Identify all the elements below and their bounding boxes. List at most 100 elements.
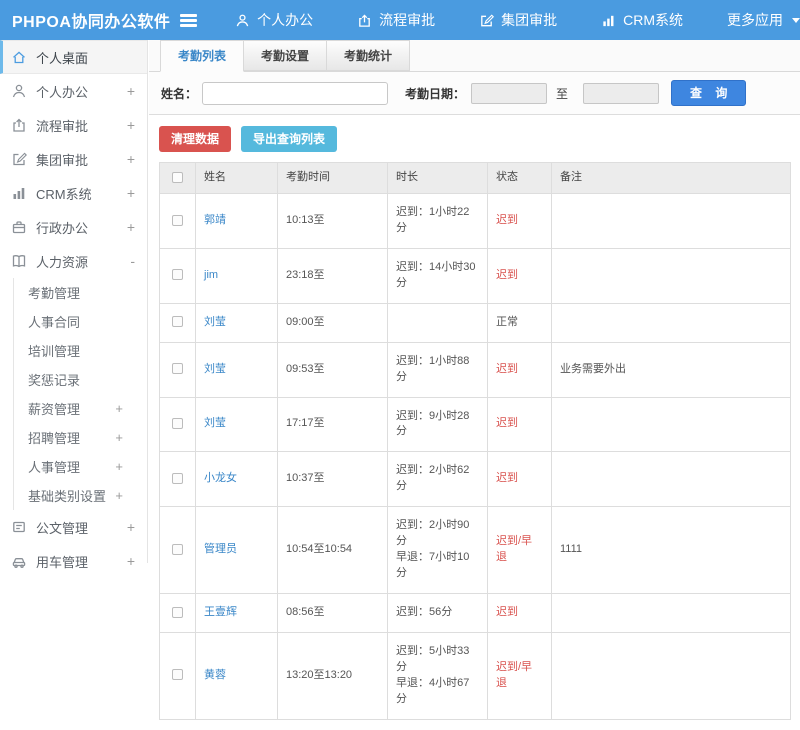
car-icon	[11, 553, 27, 569]
sidebar-item-workflow-approval[interactable]: 流程审批 +	[0, 108, 147, 142]
tab-attendance-list[interactable]: 考勤列表	[160, 40, 244, 72]
employee-name-link[interactable]: 王壹辉	[204, 606, 237, 618]
nav-workflow-approval[interactable]: 流程审批	[357, 10, 435, 30]
remark-cell: 1111	[552, 507, 791, 594]
sidebar-item-label: 集团审批	[36, 150, 88, 169]
employee-name-link[interactable]: 刘莹	[204, 363, 226, 375]
row-checkbox[interactable]	[172, 316, 183, 327]
expand-plus-icon[interactable]: +	[115, 401, 123, 416]
chart-icon	[601, 13, 616, 28]
employee-name-link[interactable]: 郭靖	[204, 214, 226, 226]
employee-name-link[interactable]: 刘莹	[204, 417, 226, 429]
person-icon	[235, 13, 250, 28]
sidebar-subitem-reward-punishment[interactable]: 奖惩记录	[14, 365, 147, 394]
content-area: 清理数据 导出查询列表 姓名 考勤时间 时长 状态 备注 郭靖10:13至迟到：…	[149, 115, 800, 730]
employee-name-link[interactable]: 刘莹	[204, 316, 226, 328]
row-checkbox[interactable]	[172, 269, 183, 280]
top-nav: 个人办公 流程审批 集团审批 CRM系统 更多应用	[235, 10, 800, 30]
sidebar-subitem-attendance-management[interactable]: 考勤管理	[14, 278, 147, 307]
row-checkbox[interactable]	[172, 363, 183, 374]
expand-plus-icon[interactable]: +	[127, 83, 135, 99]
sidebar-subitem-salary-management[interactable]: 薪资管理 +	[14, 394, 147, 423]
sidebar-subitem-recruitment-management[interactable]: 招聘管理 +	[14, 423, 147, 452]
table-row: 黄蓉13:20至13:20迟到：5小时33分早退：4小时67分迟到/早退	[160, 632, 791, 719]
sidebar-item-personal-office[interactable]: 个人办公 +	[0, 74, 147, 108]
status-badge: 迟到	[488, 193, 552, 248]
expand-plus-icon[interactable]: +	[115, 488, 123, 503]
expand-plus-icon[interactable]: +	[127, 219, 135, 235]
sidebar-item-label: 流程审批	[36, 116, 88, 135]
sidebar-item-label: 行政办公	[36, 218, 88, 237]
row-checkbox[interactable]	[172, 607, 183, 618]
remark-cell	[552, 193, 791, 248]
export-list-button[interactable]: 导出查询列表	[241, 126, 337, 152]
nav-group-approval[interactable]: 集团审批	[479, 10, 557, 30]
nav-label: 集团审批	[501, 10, 557, 30]
sidebar-subitem-label: 薪资管理	[28, 399, 80, 418]
sidebar-item-vehicle-management[interactable]: 用车管理 +	[0, 544, 147, 578]
tab-attendance-settings[interactable]: 考勤设置	[243, 40, 327, 71]
nav-personal-office[interactable]: 个人办公	[235, 10, 313, 30]
row-checkbox[interactable]	[172, 544, 183, 555]
collapse-minus-icon[interactable]: -	[130, 253, 135, 269]
nav-more-apps[interactable]: 更多应用	[727, 10, 800, 30]
sidebar-item-crm-system[interactable]: CRM系统 +	[0, 176, 147, 210]
flow-icon	[357, 13, 372, 28]
sidebar-subitem-label: 考勤管理	[28, 283, 80, 302]
remark-cell	[552, 632, 791, 719]
tab-bar: 考勤列表 考勤设置 考勤统计	[149, 40, 800, 72]
expand-plus-icon[interactable]: +	[127, 185, 135, 201]
remark-cell	[552, 594, 791, 633]
employee-name-link[interactable]: 小龙女	[204, 472, 237, 484]
sidebar-subitem-personnel-contract[interactable]: 人事合同	[14, 307, 147, 336]
sidebar-item-human-resources[interactable]: 人力资源 -	[0, 244, 147, 278]
sidebar-subitem-personnel-management[interactable]: 人事管理 +	[14, 452, 147, 481]
book-icon	[11, 253, 27, 269]
status-badge: 正常	[488, 303, 552, 342]
select-all-checkbox[interactable]	[172, 172, 183, 183]
clear-data-button[interactable]: 清理数据	[159, 126, 231, 152]
top-bar: PHPOA协同办公软件 个人办公 流程审批 集团审批 CRM系统 更多应用	[0, 0, 800, 40]
expand-plus-icon[interactable]: +	[127, 151, 135, 167]
row-checkbox[interactable]	[172, 418, 183, 429]
sidebar-item-personal-desktop[interactable]: 个人桌面	[0, 40, 147, 74]
expand-plus-icon[interactable]: +	[127, 117, 135, 133]
duration-cell: 迟到：1小时22分	[388, 193, 488, 248]
sidebar-subitem-training-management[interactable]: 培训管理	[14, 336, 147, 365]
name-filter-input[interactable]	[202, 82, 388, 105]
employee-name-link[interactable]: jim	[204, 269, 218, 281]
sidebar-item-label: CRM系统	[36, 184, 92, 203]
date-from-input[interactable]	[471, 83, 547, 104]
remark-cell	[552, 303, 791, 342]
app-title: PHPOA协同办公软件	[0, 8, 180, 32]
hamburger-menu-icon[interactable]	[180, 14, 197, 27]
sidebar-item-admin-office[interactable]: 行政办公 +	[0, 210, 147, 244]
sidebar-item-label: 公文管理	[36, 518, 88, 537]
expand-plus-icon[interactable]: +	[127, 519, 135, 535]
employee-name-link[interactable]: 黄蓉	[204, 669, 226, 681]
search-button[interactable]: 查 询	[671, 80, 746, 106]
expand-plus-icon[interactable]: +	[127, 553, 135, 569]
expand-plus-icon[interactable]: +	[115, 459, 123, 474]
status-badge: 迟到	[488, 397, 552, 452]
nav-crm-system[interactable]: CRM系统	[601, 10, 683, 30]
edit-icon	[11, 151, 27, 167]
sidebar-subitem-base-category-settings[interactable]: 基础类别设置 +	[14, 481, 147, 510]
table-row: 小龙女10:37至迟到：2小时62分迟到	[160, 452, 791, 507]
duration-cell: 迟到：1小时88分	[388, 342, 488, 397]
status-badge: 迟到	[488, 342, 552, 397]
row-checkbox[interactable]	[172, 669, 183, 680]
table-row: 王壹辉08:56至迟到：56分迟到	[160, 594, 791, 633]
attendance-time-cell: 10:54至10:54	[278, 507, 388, 594]
expand-plus-icon[interactable]: +	[115, 430, 123, 445]
flow-icon	[11, 117, 27, 133]
employee-name-link[interactable]: 管理员	[204, 543, 237, 555]
date-to-input[interactable]	[583, 83, 659, 104]
sidebar-subitem-label: 人事合同	[28, 312, 80, 331]
sidebar-item-document-management[interactable]: 公文管理 +	[0, 510, 147, 544]
sidebar-item-group-approval[interactable]: 集团审批 +	[0, 142, 147, 176]
tab-attendance-statistics[interactable]: 考勤统计	[326, 40, 410, 71]
remark-cell: 业务需要外出	[552, 342, 791, 397]
row-checkbox[interactable]	[172, 473, 183, 484]
row-checkbox[interactable]	[172, 215, 183, 226]
